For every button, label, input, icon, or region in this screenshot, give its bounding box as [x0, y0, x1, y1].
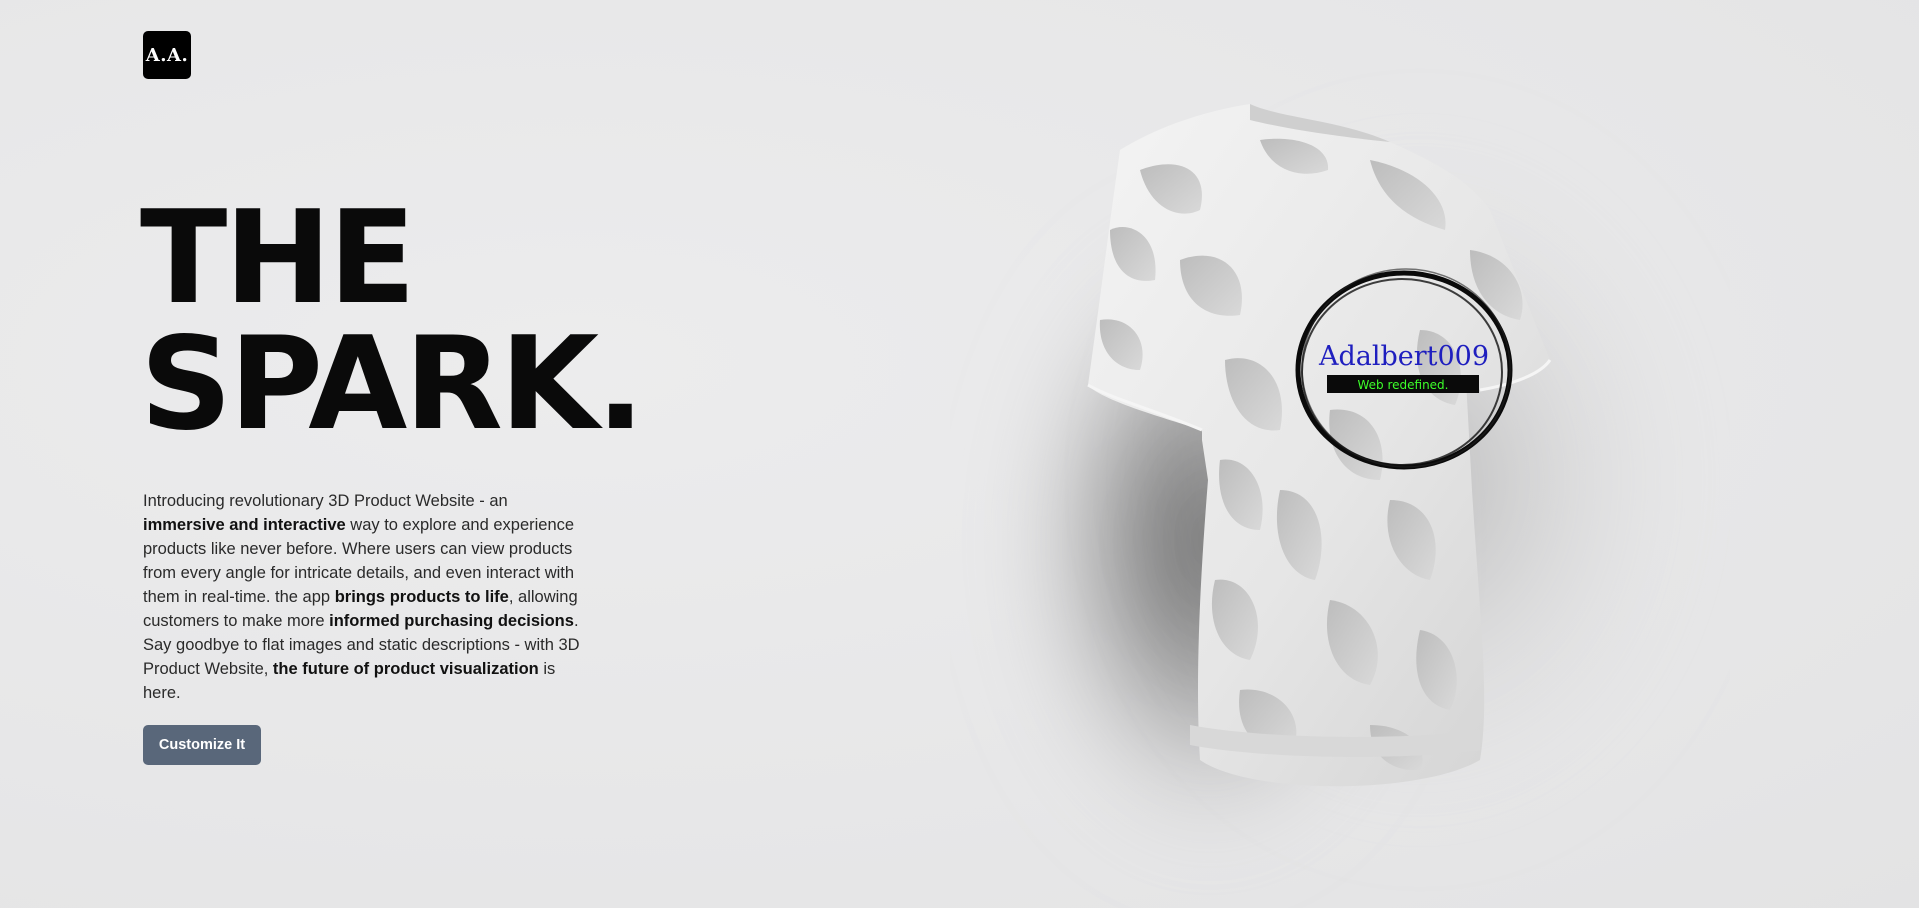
hero-title-line-1: THE — [140, 184, 416, 333]
3d-shirt-canvas[interactable]: Adalbert009 Web redefined. — [950, 60, 1730, 908]
description-text-1: Introducing revolutionary 3D Product Web… — [143, 492, 508, 510]
shirt-logo-tagline: Web redefined. — [1357, 378, 1448, 392]
description-highlight-1: immersive and interactive — [143, 516, 346, 534]
hero-title-line-2: SPARK. — [140, 310, 645, 459]
hero-title: THE SPARK. — [140, 184, 645, 459]
site-logo-text: A.A. — [145, 44, 189, 66]
shirt-logo-title: Adalbert009 — [1318, 341, 1489, 372]
description-highlight-2: brings products to life — [334, 588, 509, 606]
description-highlight-4: the future of product visualization — [272, 660, 539, 678]
hero-description: Introducing revolutionary 3D Product Web… — [143, 489, 593, 705]
customize-it-button[interactable]: Customize It — [143, 725, 261, 765]
site-logo[interactable]: A.A. — [143, 31, 191, 79]
description-highlight-3: informed purchasing decisions — [329, 612, 574, 630]
shirt-illustration: Adalbert009 Web redefined. — [1000, 104, 1720, 870]
landing-page: A.A. THE SPARK. Introducing revolutionar… — [0, 0, 1919, 908]
